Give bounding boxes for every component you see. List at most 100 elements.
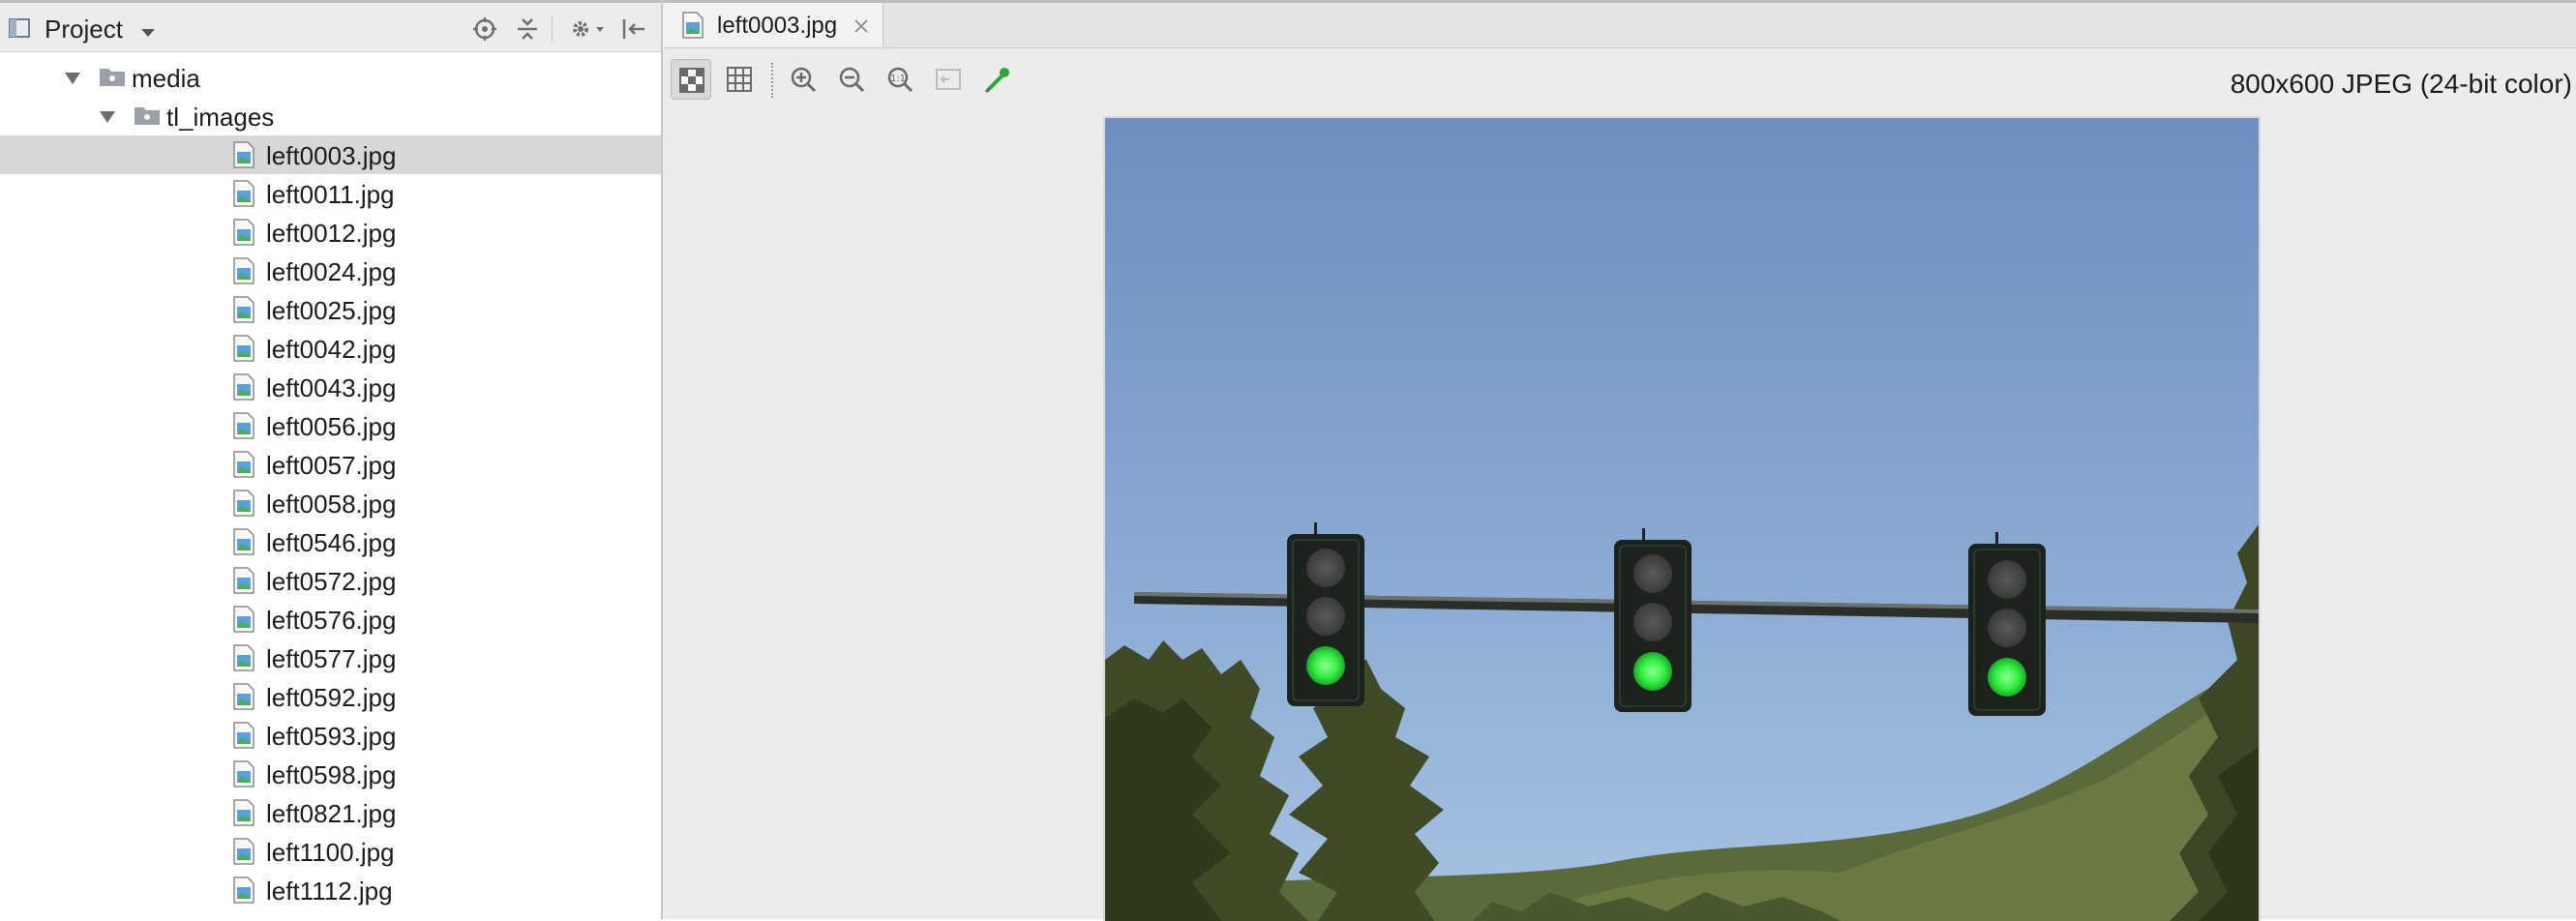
svg-text:1:1: 1:1: [890, 74, 906, 84]
image-file-icon: [682, 12, 704, 39]
tree-item-label: left0024.jpg: [266, 257, 397, 286]
gear-icon[interactable]: [567, 15, 610, 44]
image-file-icon: [233, 451, 255, 478]
tree-file-row[interactable]: left1112.jpg: [0, 871, 661, 909]
tree-file-row[interactable]: left0592.jpg: [0, 677, 661, 716]
tree-item-label: left0011.jpg: [266, 180, 395, 209]
tree-item-label: left0057.jpg: [266, 451, 397, 480]
hide-panel-icon[interactable]: [619, 15, 648, 44]
tree-item-label: left0056.jpg: [266, 412, 397, 441]
image-file-icon: [233, 760, 255, 787]
image-file-icon: [233, 799, 255, 826]
tree-file-row[interactable]: left0056.jpg: [0, 406, 661, 445]
toolbar-divider: [771, 63, 773, 98]
header-divider: [552, 16, 553, 42]
editor-tab-bar: left0003.jpg: [663, 3, 2576, 48]
image-file-icon: [233, 606, 255, 633]
project-title[interactable]: Project: [45, 15, 123, 45]
chessboard-background-icon[interactable]: [671, 59, 711, 100]
tree-item-label: left0577.jpg: [266, 644, 397, 673]
tree-file-row[interactable]: left0572.jpg: [0, 561, 661, 600]
tree-file-row[interactable]: left0057.jpg: [0, 445, 661, 484]
image-file-icon: [233, 219, 255, 246]
image-file-icon: [233, 412, 255, 439]
zoom-out-icon[interactable]: [831, 59, 872, 100]
image-file-icon: [233, 180, 255, 207]
tree-item-label: left0025.jpg: [266, 296, 397, 325]
image-file-icon: [233, 644, 255, 671]
traffic-light-2: [1614, 528, 1692, 712]
project-view-icon[interactable]: [8, 16, 31, 40]
locate-icon[interactable]: [470, 15, 499, 44]
tree-file-row[interactable]: left0012.jpg: [0, 213, 661, 252]
folder-icon: [134, 104, 161, 126]
image-editor: left0003.jpg 1:1 800x600 JPEG (24-bit co…: [663, 0, 2576, 921]
image-file-icon: [233, 373, 255, 401]
tree-file-row[interactable]: left0593.jpg: [0, 716, 661, 755]
image-file-icon: [233, 722, 255, 749]
expand-arrow-icon[interactable]: [64, 72, 81, 85]
tab-left0003[interactable]: left0003.jpg: [663, 3, 884, 47]
image-file-icon: [233, 490, 255, 517]
tree-item-label: left0058.jpg: [266, 490, 397, 519]
tree-item-label: media: [132, 64, 200, 93]
tree-item-label: left0576.jpg: [266, 606, 397, 635]
project-panel: Project media tl_images left0003.jpg left00…: [0, 0, 663, 919]
tree-file-row[interactable]: left0042.jpg: [0, 329, 661, 368]
tree-file-row[interactable]: left0598.jpg: [0, 755, 661, 793]
collapse-all-icon[interactable]: [513, 15, 542, 44]
folder-icon: [99, 66, 126, 87]
image-file-icon: [233, 296, 255, 323]
tree-item-label: left0043.jpg: [266, 373, 397, 402]
image-file-icon: [233, 838, 255, 865]
image-file-icon: [233, 141, 255, 168]
image-file-icon: [233, 335, 255, 362]
traffic-light-photo: [1105, 118, 2259, 921]
tree-file-row[interactable]: left0576.jpg: [0, 600, 661, 639]
tree-file-row[interactable]: left0058.jpg: [0, 484, 661, 522]
image-info-label: 800x600 JPEG (24-bit color): [2230, 69, 2572, 99]
image-file-icon: [233, 257, 255, 284]
tree-file-row[interactable]: left0025.jpg: [0, 290, 661, 329]
tree-file-row[interactable]: left0821.jpg: [0, 793, 661, 832]
tab-label: left0003.jpg: [717, 13, 838, 39]
tree-file-row[interactable]: left1100.jpg: [0, 832, 661, 871]
tree-item-label: tl_images: [166, 103, 275, 132]
image-file-icon: [233, 683, 255, 710]
tree-file-row[interactable]: left0043.jpg: [0, 368, 661, 406]
close-icon[interactable]: [854, 18, 869, 34]
fit-to-window-icon[interactable]: [928, 59, 969, 100]
tree-file-row[interactable]: left0024.jpg: [0, 252, 661, 290]
tree-item-label: left0592.jpg: [266, 683, 397, 712]
color-picker-icon[interactable]: [976, 59, 1017, 100]
project-panel-header: Project: [0, 3, 661, 52]
image-file-icon: [233, 567, 255, 594]
tree-folder-row[interactable]: tl_images: [0, 97, 661, 135]
tree-item-label: left0572.jpg: [266, 567, 397, 596]
image-file-icon: [233, 528, 255, 555]
tree-item-label: left0546.jpg: [266, 528, 397, 557]
tree-item-label: left0593.jpg: [266, 722, 397, 751]
tree-item-label: left0012.jpg: [266, 219, 397, 248]
expand-arrow-icon[interactable]: [99, 110, 116, 124]
grid-icon[interactable]: [719, 59, 760, 100]
tree-item-label: left1100.jpg: [266, 838, 395, 867]
tree-file-row[interactable]: left0577.jpg: [0, 639, 661, 677]
tree-file-row[interactable]: left0011.jpg: [0, 174, 661, 213]
zoom-in-icon[interactable]: [783, 59, 824, 100]
image-preview: [1103, 116, 2261, 921]
image-toolbar: 1:1 800x600 JPEG (24-bit color): [663, 53, 2576, 105]
actual-size-icon[interactable]: 1:1: [880, 59, 920, 100]
tree-item-label: left0003.jpg: [266, 141, 397, 170]
traffic-light-1: [1287, 522, 1364, 706]
tree-item-label: left1112.jpg: [266, 876, 393, 906]
tree-item-label: left0042.jpg: [266, 335, 397, 364]
chevron-down-icon[interactable]: [140, 25, 156, 37]
tree-folder-row[interactable]: media: [0, 58, 661, 97]
traffic-light-3: [1968, 532, 2046, 716]
image-file-icon: [233, 876, 255, 904]
tree-file-row[interactable]: left0546.jpg: [0, 522, 661, 561]
tree-file-row[interactable]: left0003.jpg: [0, 135, 661, 174]
tree-item-label: left0821.jpg: [266, 799, 397, 828]
tree-item-label: left0598.jpg: [266, 760, 397, 789]
